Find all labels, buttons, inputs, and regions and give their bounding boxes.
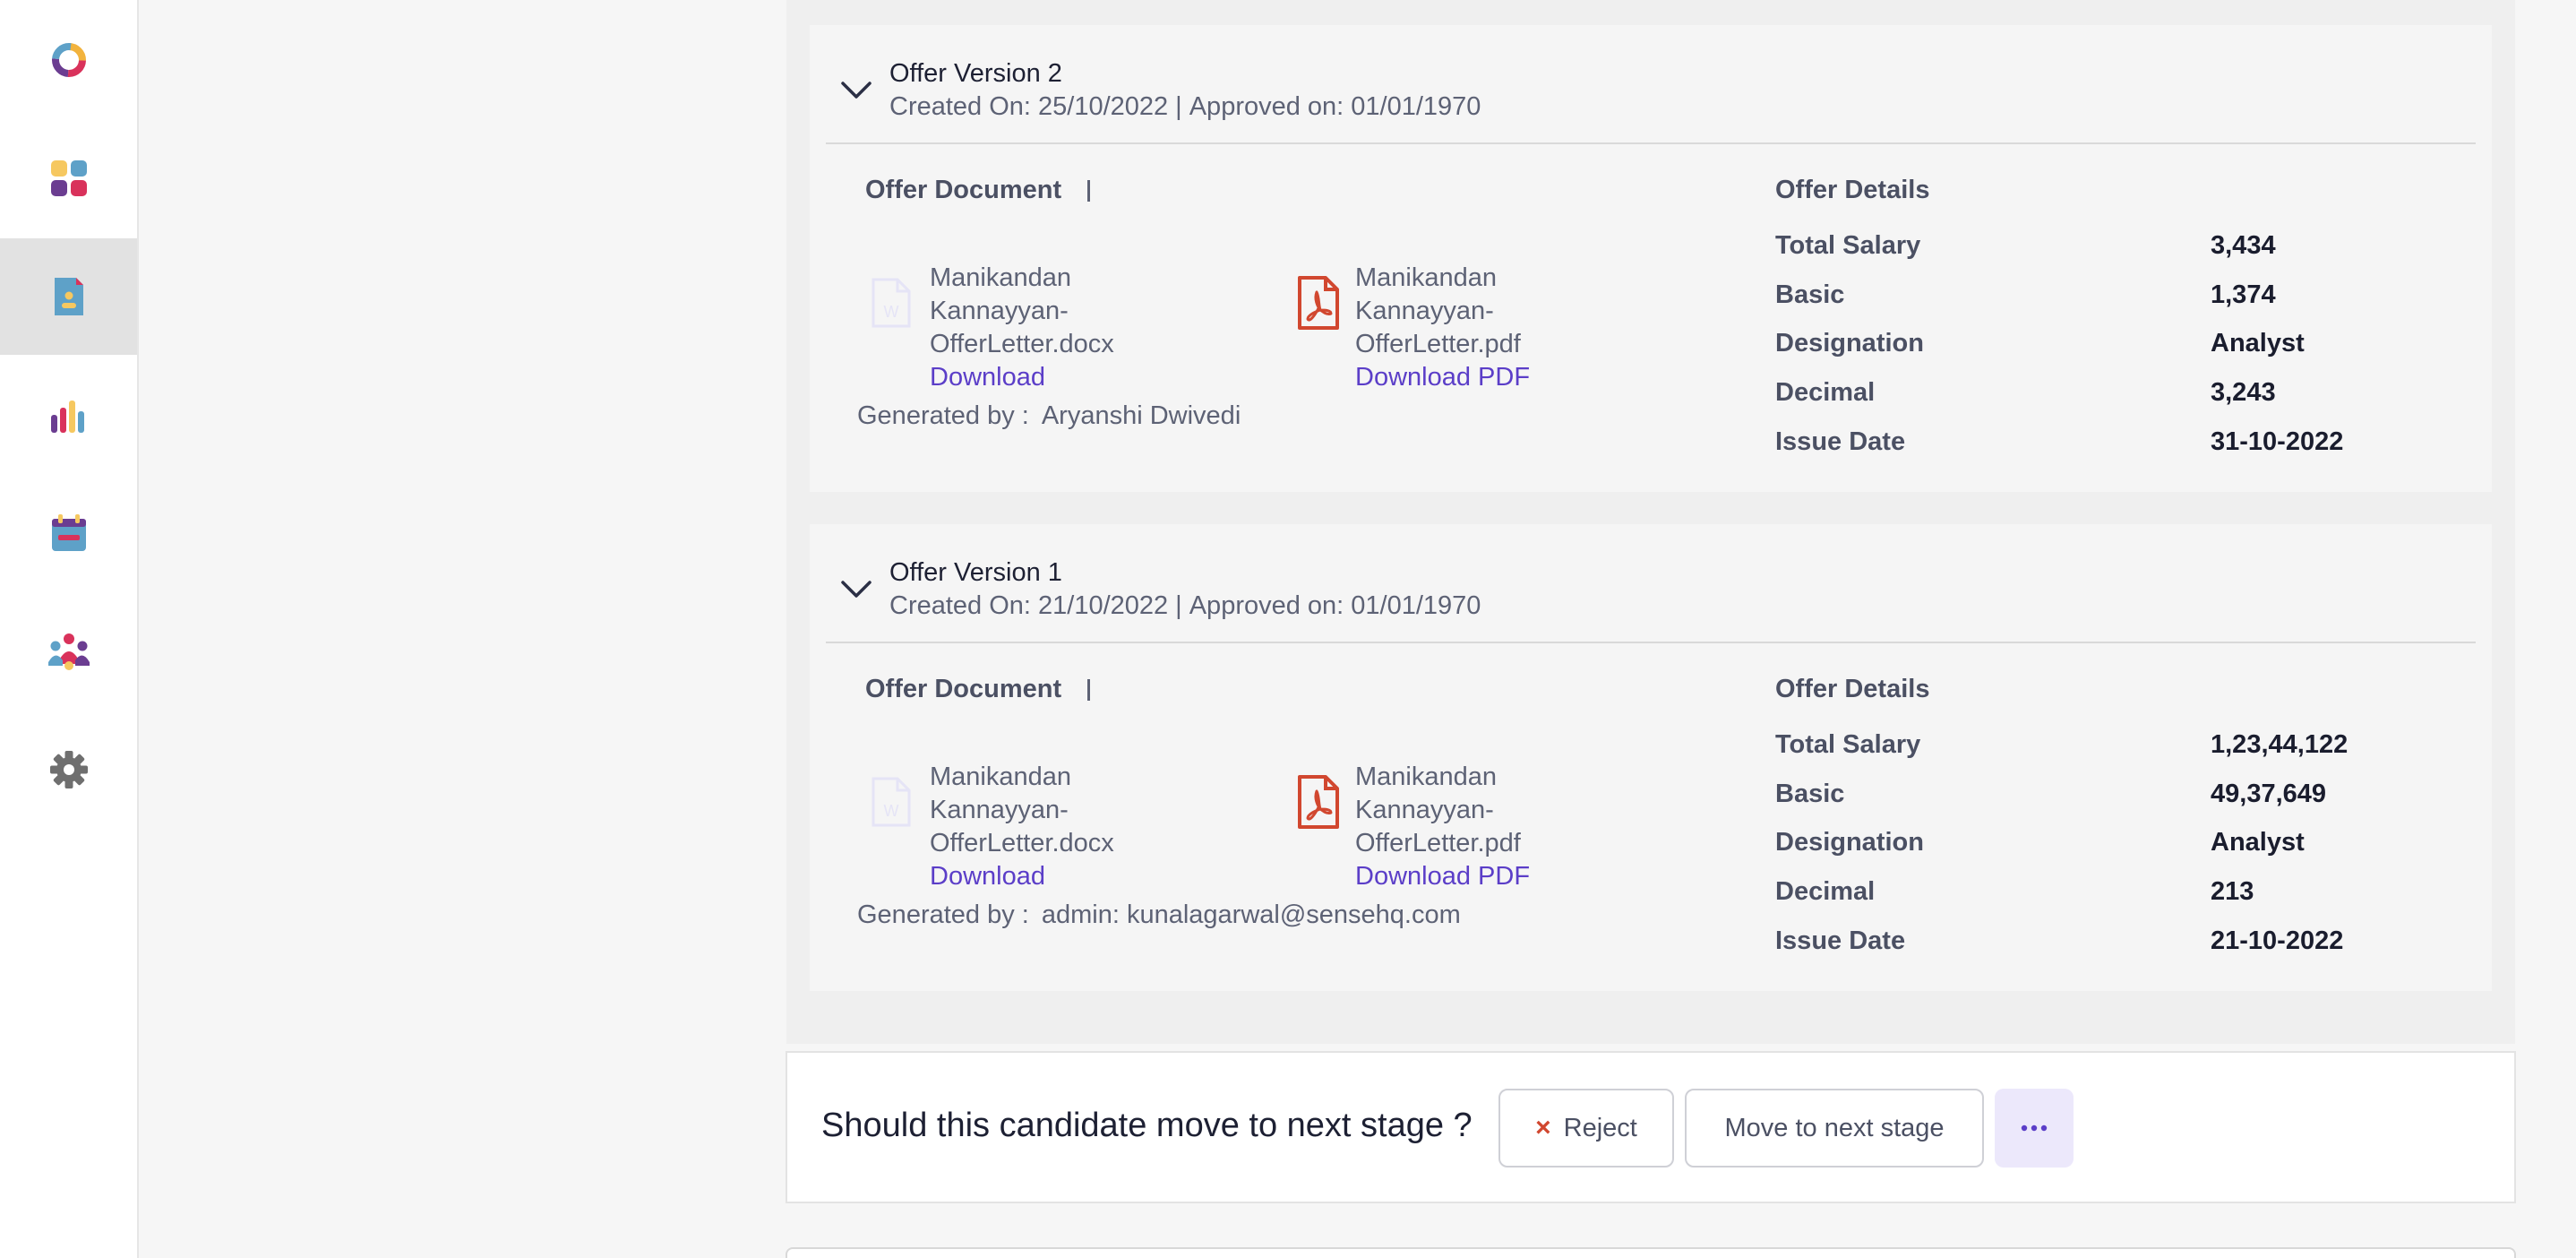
logo-ring-icon — [51, 43, 86, 77]
offer-details-title: Offer Details — [1775, 176, 1930, 204]
detail-value: 49,37,649 — [2211, 780, 2327, 808]
offer-document-title: Offer Document — [865, 176, 1062, 204]
file-name: Manikandan Kannayyan- OfferLetter.pdf — [1355, 763, 1521, 857]
reject-label: Reject — [1563, 1113, 1637, 1142]
chevron-down-icon[interactable] — [840, 81, 872, 100]
nav-settings[interactable] — [0, 711, 137, 828]
header-divider — [826, 642, 2476, 643]
generated-by-value: Aryanshi Dwivedi — [1041, 401, 1241, 430]
generated-by-label: Generated by : — [857, 401, 1029, 430]
offer-card: Offer Version 1 Created On: 21/10/2022 | A… — [810, 524, 2492, 991]
detail-label: Designation — [1775, 828, 1924, 857]
file-name: Manikandan Kannayyan- OfferLetter.docx — [930, 263, 1114, 358]
apps-grid-icon — [50, 160, 87, 196]
title-divider — [1087, 180, 1090, 202]
nav-home[interactable] — [0, 2, 137, 118]
detail-label: Basic — [1775, 780, 1845, 808]
detail-label: Basic — [1775, 280, 1845, 309]
title-divider — [1087, 679, 1090, 701]
pdf-file: Manikandan Kannayyan- OfferLetter.pdf Do… — [1355, 761, 1530, 893]
detail-value: 3,434 — [2211, 231, 2276, 260]
detail-label: Issue Date — [1775, 427, 1906, 456]
detail-value: 1,23,44,122 — [2211, 730, 2348, 759]
detail-label: Issue Date — [1775, 926, 1906, 955]
pdf-file-icon — [1298, 775, 1339, 829]
offer-card-header[interactable]: Offer Version 2 Created On: 25/10/2022 | A… — [810, 25, 2492, 145]
pdf-file-icon — [1298, 276, 1339, 330]
reject-button[interactable]: × Reject — [1498, 1089, 1674, 1168]
detail-label: Designation — [1775, 329, 1924, 358]
bar-chart-icon — [50, 401, 84, 433]
detail-value: 21-10-2022 — [2211, 926, 2344, 955]
offer-card: Offer Version 2 Created On: 25/10/2022 | A… — [810, 25, 2492, 492]
team-icon — [47, 633, 90, 670]
detail-value: 213 — [2211, 877, 2254, 906]
close-icon: × — [1535, 1113, 1551, 1142]
offer-version-meta: Created On: 21/10/2022 | Approved on: 01/0… — [889, 591, 1481, 621]
nav-team[interactable] — [0, 593, 137, 710]
more-horizontal-icon — [2021, 1124, 2048, 1132]
detail-value: Analyst — [2211, 329, 2305, 358]
detail-label: Total Salary — [1775, 730, 1921, 759]
more-options-button[interactable] — [1995, 1089, 2074, 1168]
approved-date: Approved on: 01/01/1970 — [1189, 591, 1481, 620]
file-name: Manikandan Kannayyan- OfferLetter.docx — [930, 763, 1114, 857]
chevron-down-icon[interactable] — [840, 580, 872, 599]
next-panel-edge — [786, 1247, 2516, 1258]
move-to-next-stage-label: Move to next stage — [1724, 1113, 1945, 1142]
nav-apps[interactable] — [0, 120, 137, 237]
detail-value: 3,243 — [2211, 378, 2276, 407]
download-link[interactable]: Download — [930, 361, 1114, 394]
docx-file-icon: W — [872, 777, 911, 827]
docx-file: Manikandan Kannayyan- OfferLetter.docx D… — [930, 761, 1114, 893]
detail-value: 31-10-2022 — [2211, 427, 2344, 456]
sidebar — [0, 0, 139, 1258]
nav-candidates[interactable] — [0, 238, 137, 355]
download-link[interactable]: Download — [930, 860, 1114, 893]
calendar-icon — [51, 514, 86, 551]
nav-reports[interactable] — [0, 358, 137, 475]
file-name: Manikandan Kannayyan- OfferLetter.pdf — [1355, 263, 1521, 358]
detail-value: Analyst — [2211, 828, 2305, 857]
detail-label: Total Salary — [1775, 231, 1921, 260]
offer-document-title: Offer Document — [865, 675, 1062, 703]
pdf-file: Manikandan Kannayyan- OfferLetter.pdf Do… — [1355, 262, 1530, 394]
generated-by-value: admin: kunalagarwal@sensehq.com — [1041, 900, 1461, 929]
svg-text:W: W — [884, 303, 899, 321]
meta-separator: | — [1175, 92, 1182, 121]
generated-by: Generated by : Aryanshi Dwivedi — [857, 401, 1241, 431]
created-date: Created On: 25/10/2022 — [889, 92, 1169, 121]
offer-details-title: Offer Details — [1775, 675, 1930, 703]
svg-text:W: W — [884, 802, 899, 820]
download-pdf-link[interactable]: Download PDF — [1355, 860, 1530, 893]
offer-version-meta: Created On: 25/10/2022 | Approved on: 01/0… — [889, 92, 1481, 122]
detail-value: 1,374 — [2211, 280, 2276, 309]
docx-file: Manikandan Kannayyan- OfferLetter.docx D… — [930, 262, 1114, 394]
download-pdf-link[interactable]: Download PDF — [1355, 361, 1530, 394]
created-date: Created On: 21/10/2022 — [889, 591, 1169, 620]
nav-calendar[interactable] — [0, 475, 137, 591]
candidate-document-icon — [54, 278, 83, 315]
header-divider — [826, 142, 2476, 144]
offer-version-title: Offer Version 1 — [889, 558, 1062, 587]
offer-version-title: Offer Version 2 — [889, 59, 1062, 88]
stage-action-bar: Should this candidate move to next stage… — [786, 1051, 2516, 1203]
offer-card-header[interactable]: Offer Version 1 Created On: 21/10/2022 | A… — [810, 524, 2492, 644]
docx-file-icon: W — [872, 278, 911, 328]
generated-by-label: Generated by : — [857, 900, 1029, 929]
approved-date: Approved on: 01/01/1970 — [1189, 92, 1481, 121]
meta-separator: | — [1175, 591, 1182, 620]
settings-gear-icon — [49, 751, 88, 788]
move-to-next-stage-button[interactable]: Move to next stage — [1685, 1089, 1984, 1168]
detail-label: Decimal — [1775, 877, 1876, 906]
generated-by: Generated by : admin: kunalagarwal@senseh… — [857, 900, 1461, 930]
stage-question: Should this candidate move to next stage… — [821, 1107, 1473, 1144]
detail-label: Decimal — [1775, 378, 1876, 407]
